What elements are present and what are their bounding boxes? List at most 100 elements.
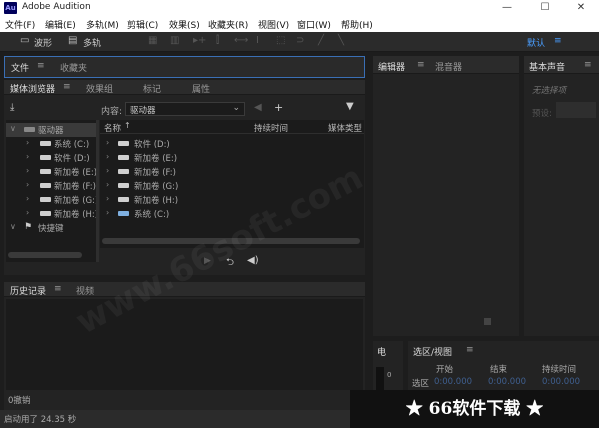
selection-end-value[interactable]: 0:00.000 — [488, 377, 526, 387]
tree-item-c[interactable]: › 系统 (C:) — [6, 137, 96, 151]
tab-mixer[interactable]: 混音器 — [435, 60, 462, 73]
tab-levels[interactable]: 电 — [377, 345, 386, 358]
history-panel: 历史记录 ≡ 视频 0撤销 — [4, 282, 365, 410]
content-dropdown-value: 驱动器 — [130, 106, 156, 116]
slip-tool-icon[interactable]: ⟷ — [234, 35, 248, 46]
filter-icon[interactable]: ▼ — [346, 101, 354, 112]
history-list — [6, 299, 363, 390]
panel-menu-icon[interactable]: ≡ — [417, 60, 425, 70]
tab-media-browser[interactable]: 媒体浏览器 — [10, 82, 55, 95]
panel-menu-icon[interactable]: ≡ — [466, 345, 474, 355]
drive-icon — [118, 169, 129, 174]
multitrack-view-button[interactable]: 多轨 — [83, 36, 101, 49]
chevron-right-icon: › — [106, 138, 110, 147]
waveform-view-button[interactable]: 波形 — [34, 36, 52, 49]
status-text: 启动用了 24.35 秒 — [4, 415, 77, 425]
drive-icon — [118, 155, 129, 160]
content-dropdown[interactable]: 驱动器 ⌄ — [125, 102, 245, 116]
tree-item-d[interactable]: › 软件 (D:) — [6, 151, 96, 165]
splitter[interactable] — [96, 120, 99, 262]
drive-icon — [118, 141, 129, 146]
tab-effects-rack[interactable]: 效果组 — [86, 82, 113, 95]
tab-favorites[interactable]: 收藏夹 — [60, 61, 87, 74]
panel-menu-icon[interactable]: ≡ — [63, 82, 71, 92]
close-button[interactable]: ✕ — [566, 0, 596, 16]
essential-sound-tabs: 基本声音 ≡ — [524, 56, 599, 74]
menu-file[interactable]: 文件(F) — [5, 18, 35, 31]
drive-icon — [40, 197, 51, 202]
preset-dropdown[interactable] — [556, 102, 596, 118]
drives-icon — [24, 127, 35, 132]
tab-history[interactable]: 历史记录 — [10, 284, 46, 297]
app-title: Adobe Audition — [22, 2, 91, 12]
meter-scale-label: 0 — [387, 371, 392, 379]
resize-handle[interactable] — [484, 318, 491, 325]
tab-essential-sound[interactable]: 基本声音 — [529, 60, 565, 73]
tree-item-g[interactable]: › 新加卷 (G:) — [6, 193, 98, 207]
workspace-menu-icon[interactable]: ≡ — [554, 36, 562, 46]
tab-markers[interactable]: 标记 — [143, 82, 161, 95]
list-item-label: 新加卷 (F:) — [134, 168, 176, 178]
column-name[interactable]: 名称 — [104, 122, 121, 134]
list-item-label: 新加卷 (G:) — [134, 182, 179, 192]
tree-item-drives[interactable]: ∨ 驱动器 — [6, 123, 96, 137]
tree-item-h[interactable]: › 新加卷 (H:) — [6, 207, 98, 221]
spot-healing-icon[interactable]: ╲ — [338, 35, 344, 46]
chevron-right-icon: › — [106, 166, 110, 175]
lasso-tool-icon[interactable]: ⊃ — [296, 35, 304, 46]
tree-item-label: 系统 (C:) — [54, 140, 90, 150]
chevron-right-icon: › — [106, 194, 110, 203]
menu-edit[interactable]: 编辑(E) — [45, 18, 76, 31]
move-tool-icon[interactable]: ▸+ — [193, 35, 206, 46]
row-selection-label: 选区 — [412, 379, 430, 389]
menu-clip[interactable]: 剪辑(C) — [127, 18, 158, 31]
menu-view[interactable]: 视图(V) — [258, 18, 289, 31]
list-item[interactable]: › 新加卷 (E:) — [100, 151, 364, 165]
watermark-banner: ★ 66软件下载 ★ — [350, 390, 599, 428]
back-arrow-icon[interactable]: ◀ — [254, 102, 262, 113]
tree-item-label: 新加卷 (E:) — [54, 168, 98, 178]
maximize-button[interactable]: ☐ — [530, 0, 560, 16]
column-duration[interactable]: 持续时间 — [254, 122, 288, 134]
tree-item-e[interactable]: › 新加卷 (E:) — [6, 165, 98, 179]
menu-window[interactable]: 窗口(W) — [297, 18, 331, 31]
tab-properties[interactable]: 属性 — [192, 82, 210, 95]
tree-item-f[interactable]: › 新加卷 (F:) — [6, 179, 96, 193]
drive-icon — [40, 155, 51, 160]
tree-item-shortcuts[interactable]: ∨ ⚑ 快捷键 — [6, 221, 96, 235]
tree-item-label: 新加卷 (F:) — [54, 182, 96, 192]
pitch-display-icon[interactable]: ▥ — [170, 35, 179, 46]
menu-multitrack[interactable]: 多轨(M) — [86, 18, 119, 31]
drive-icon — [118, 183, 129, 188]
menu-effects[interactable]: 效果(S) — [169, 18, 200, 31]
tab-editor[interactable]: 编辑器 — [378, 60, 405, 73]
drive-icon — [40, 211, 51, 216]
column-media-type[interactable]: 媒体类型 — [328, 122, 362, 134]
marquee-tool-icon[interactable]: ⬚ — [276, 35, 285, 46]
status-bar: 启动用了 24.35 秒 — [0, 410, 350, 428]
minimize-button[interactable]: — — [492, 0, 522, 16]
selection-duration-value[interactable]: 0:00.000 — [542, 377, 580, 387]
import-icon[interactable]: ⤓ — [10, 102, 14, 113]
selection-start-value[interactable]: 0:00.000 — [434, 377, 472, 387]
undo-count: 0撤销 — [8, 396, 31, 406]
tab-files[interactable]: 文件 — [11, 61, 29, 74]
brush-tool-icon[interactable]: ╱ — [318, 35, 324, 46]
menu-favorites[interactable]: 收藏夹(R) — [208, 18, 248, 31]
add-shortcut-icon[interactable]: + — [274, 101, 283, 114]
menu-help[interactable]: 帮助(H) — [341, 18, 373, 31]
panel-menu-icon[interactable]: ≡ — [54, 284, 62, 294]
panel-menu-icon[interactable]: ≡ — [584, 60, 592, 70]
tree-scrollbar[interactable] — [8, 252, 82, 258]
tab-selection-view[interactable]: 选区/视图 — [413, 345, 452, 358]
drive-icon — [40, 169, 51, 174]
time-selection-icon[interactable]: I — [256, 35, 259, 46]
chevron-right-icon: › — [106, 180, 110, 189]
spectral-display-icon[interactable]: ▦ — [148, 35, 157, 46]
chevron-right-icon: › — [26, 138, 30, 147]
toolbar: ▭ 波形 ▤ 多轨 ▦ ▥ ▸+ ⫿ ⟷ I ⬚ ⊃ ╱ ╲ 默认 ≡ — [0, 32, 599, 52]
workspace-default[interactable]: 默认 — [527, 36, 545, 49]
razor-tool-icon[interactable]: ⫿ — [216, 35, 219, 46]
panel-menu-icon[interactable]: ≡ — [37, 61, 45, 71]
list-item[interactable]: › 软件 (D:) — [100, 137, 364, 151]
